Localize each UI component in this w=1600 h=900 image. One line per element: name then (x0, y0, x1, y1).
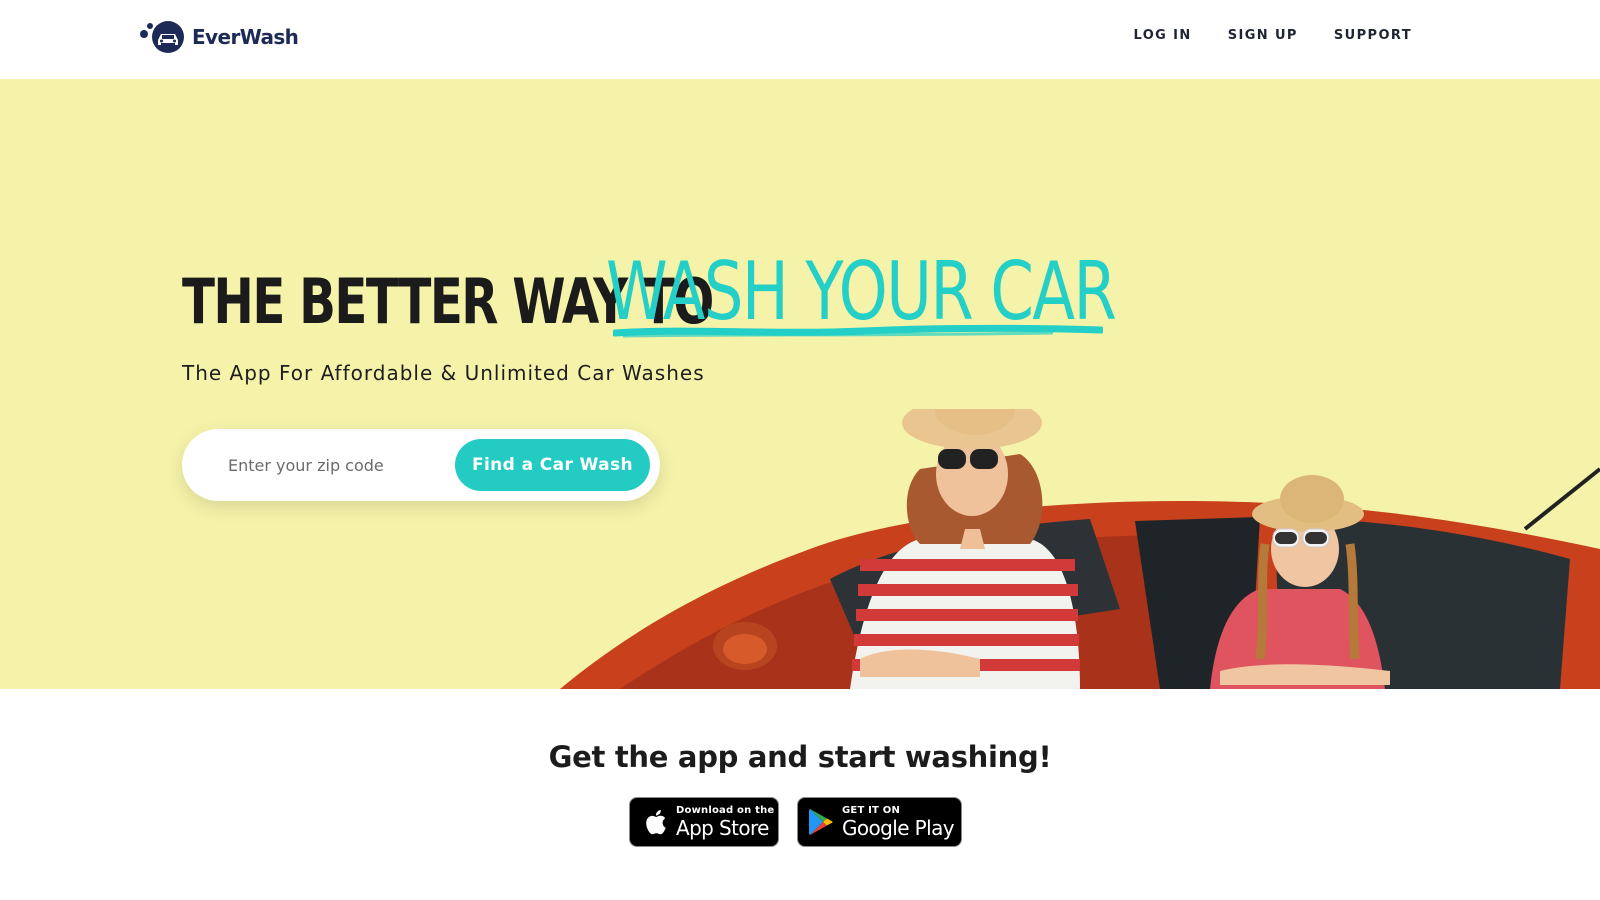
main-nav: LOG IN SIGN UP SUPPORT (1134, 28, 1412, 43)
everwash-logo[interactable]: EverWash (140, 20, 299, 54)
google-play-badge[interactable]: GET IT ON Google Play (797, 797, 962, 847)
nav-support[interactable]: SUPPORT (1334, 28, 1412, 43)
google-play-icon (808, 807, 834, 837)
nav-sign-up[interactable]: SIGN UP (1228, 28, 1298, 43)
woman-and-girl-in-red-car-photo (560, 409, 1600, 689)
app-store-badge[interactable]: Download on the App Store (629, 797, 779, 847)
brand-name: EverWash (192, 25, 299, 49)
app-store-big-text: App Store (676, 816, 770, 840)
car-bubbles-icon (140, 20, 186, 54)
nav-log-in[interactable]: LOG IN (1134, 28, 1192, 43)
google-play-big-text: Google Play (842, 816, 955, 840)
apple-icon (642, 807, 668, 837)
hero-section: THE BETTER WAY TO WASH YOUR CAR The App … (0, 79, 1600, 689)
brush-underline (613, 324, 1103, 338)
zip-code-input[interactable] (228, 451, 438, 479)
site-header: EverWash LOG IN SIGN UP SUPPORT (0, 0, 1600, 79)
headline-dark: THE BETTER WAY TO (182, 265, 714, 338)
hero-subheadline: The App For Affordable & Unlimited Car W… (182, 361, 705, 385)
get-app-heading: Get the app and start washing! (548, 740, 1052, 774)
app-store-small-text: Download on the (676, 805, 775, 816)
app-store-badges: Download on the App Store GET IT ON Goog… (629, 797, 962, 847)
google-play-small-text: GET IT ON (842, 805, 901, 816)
